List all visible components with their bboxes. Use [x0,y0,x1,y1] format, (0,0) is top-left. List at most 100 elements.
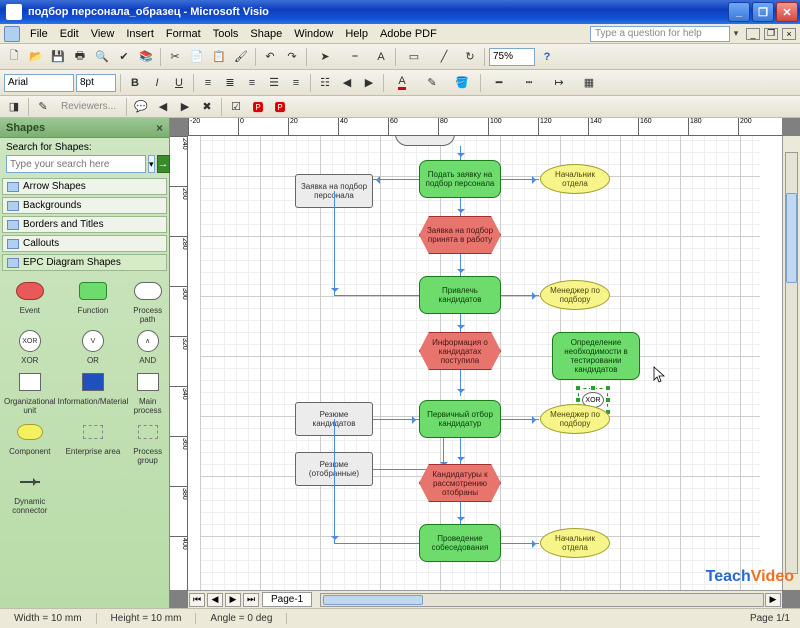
shape-master[interactable]: Information/Material [58,369,129,415]
align-justify-button[interactable]: ☰ [264,73,284,93]
font-name-combo[interactable]: Arial [4,74,74,92]
shape-org-unit[interactable]: Менеджер по подбору [540,280,610,310]
cut-button[interactable]: ✂ [165,47,185,67]
shadow-button[interactable]: ▦ [575,73,603,93]
save-button[interactable]: 💾 [48,47,68,67]
menu-insert[interactable]: Insert [120,26,160,42]
font-color-button[interactable]: A [388,73,416,93]
ruler-vertical[interactable]: 240260280300320340360380400 [170,136,188,590]
shape-event[interactable]: Заявка на подбор принята в работу [419,216,501,254]
vscroll-thumb[interactable] [786,193,797,283]
decrease-indent-button[interactable]: ◀ [337,73,357,93]
connector[interactable] [334,543,419,544]
ink-button[interactable]: ✎ [33,97,53,117]
shape-master[interactable]: Dynamic connector [4,469,56,515]
menu-window[interactable]: Window [288,26,339,42]
next-comment-button[interactable]: ▶ [175,97,195,117]
shape-function-selected[interactable]: Определение необходимости в тестировании… [552,332,640,380]
shape-function[interactable]: Подать заявку на подбор персонала [419,160,501,198]
redo-button[interactable]: ↷ [282,47,302,67]
rectangle-tool[interactable]: ▭ [400,47,428,67]
spell-button[interactable]: ✔ [114,47,134,67]
menu-view[interactable]: View [85,26,121,42]
vertical-scrollbar[interactable] [782,136,800,590]
connector[interactable] [460,146,461,160]
copy-button[interactable]: 📄 [187,47,207,67]
bold-button[interactable]: B [125,73,145,93]
stencil-epc[interactable]: EPC Diagram Shapes [2,254,167,271]
visio-icon[interactable] [4,26,20,42]
menu-adobe-pdf[interactable]: Adobe PDF [374,26,443,42]
underline-button[interactable]: U [169,73,189,93]
line-ends-button[interactable]: ↦ [545,73,573,93]
shape-master[interactable]: ∧AND [130,328,165,365]
fill-color-button[interactable]: 🪣 [448,73,476,93]
menu-shape[interactable]: Shape [244,26,288,42]
help-search-input[interactable]: Type a question for help [590,26,730,42]
print-preview-button[interactable]: 🔍 [92,47,112,67]
undo-button[interactable]: ↶ [260,47,280,67]
minimize-button[interactable]: _ [728,2,750,22]
rotate-tool[interactable]: ↻ [460,47,480,67]
show-markup-button[interactable]: ◨ [4,97,24,117]
shape-master[interactable]: Process group [130,419,165,465]
mdi-restore[interactable]: ❐ [764,28,778,40]
shape-master[interactable]: XORXOR [4,328,56,365]
shape-top-arc[interactable] [395,136,455,146]
open-button[interactable]: 📂 [26,47,46,67]
comment-button[interactable]: 💬 [131,97,151,117]
connector[interactable] [334,191,335,295]
line-tool[interactable]: ╱ [430,47,458,67]
stencil-borders-titles[interactable]: Borders and Titles [2,216,167,233]
shape-org-unit[interactable]: Начальник отдела [540,528,610,558]
canvas[interactable]: Подать заявку на подбор персонала Началь… [188,136,782,590]
menu-format[interactable]: Format [160,26,207,42]
align-left-button[interactable]: ≡ [198,73,218,93]
stencil-arrow-shapes[interactable]: Arrow Shapes [2,178,167,195]
shape-master[interactable]: Process path [130,278,165,324]
connector[interactable] [373,419,419,420]
search-shapes-input[interactable] [6,155,146,173]
line-weight-button[interactable]: ━ [485,73,513,93]
line-color-button[interactable]: ✎ [418,73,446,93]
prev-comment-button[interactable]: ◀ [153,97,173,117]
ruler-horizontal[interactable]: -20020406080100120140160180200 [188,118,782,136]
shape-function[interactable]: Первичный отбор кандидатур [419,400,501,438]
text-tool[interactable]: A [371,47,391,67]
shapes-panel-close[interactable]: × [156,121,163,135]
help-button[interactable]: ? [537,47,557,67]
stencil-callouts[interactable]: Callouts [2,235,167,252]
reviewers-dropdown[interactable]: Reviewers... [55,101,122,112]
shape-event[interactable]: Информация о кандидатах поступила [419,332,501,370]
shape-master[interactable]: Function [58,278,129,324]
menu-file[interactable]: File [24,26,54,42]
mdi-close[interactable]: × [782,28,796,40]
track-button[interactable]: ☑ [226,97,246,117]
maximize-button[interactable]: ❐ [752,2,774,22]
search-dropdown[interactable]: ▾ [148,155,155,173]
shape-master[interactable]: Organizational unit [4,369,56,415]
connector[interactable] [460,438,461,464]
mdi-minimize[interactable]: _ [746,28,760,40]
shape-master[interactable]: Main process [130,369,165,415]
print-button[interactable]: 🖶 [70,47,90,67]
increase-indent-button[interactable]: ▶ [359,73,379,93]
shape-org-unit[interactable]: Менеджер по подбору [540,404,610,434]
pointer-tool[interactable]: ➤ [311,47,339,67]
connector[interactable] [501,543,539,544]
align-right-button[interactable]: ≡ [242,73,262,93]
distribute-button[interactable]: ≡ [286,73,306,93]
bullets-button[interactable]: ☷ [315,73,335,93]
connector[interactable] [460,370,461,396]
connector[interactable] [334,419,335,543]
shape-function[interactable]: Проведение собеседования [419,524,501,562]
stencil-backgrounds[interactable]: Backgrounds [2,197,167,214]
connector[interactable] [501,295,539,296]
pdf-2-button[interactable]: 🅿 [270,97,290,117]
shape-function[interactable]: Привлечь кандидатов [419,276,501,314]
connector[interactable] [334,295,419,296]
italic-button[interactable]: I [147,73,167,93]
connector[interactable] [501,179,539,180]
connector[interactable] [460,502,461,524]
close-button[interactable]: ✕ [776,2,798,22]
